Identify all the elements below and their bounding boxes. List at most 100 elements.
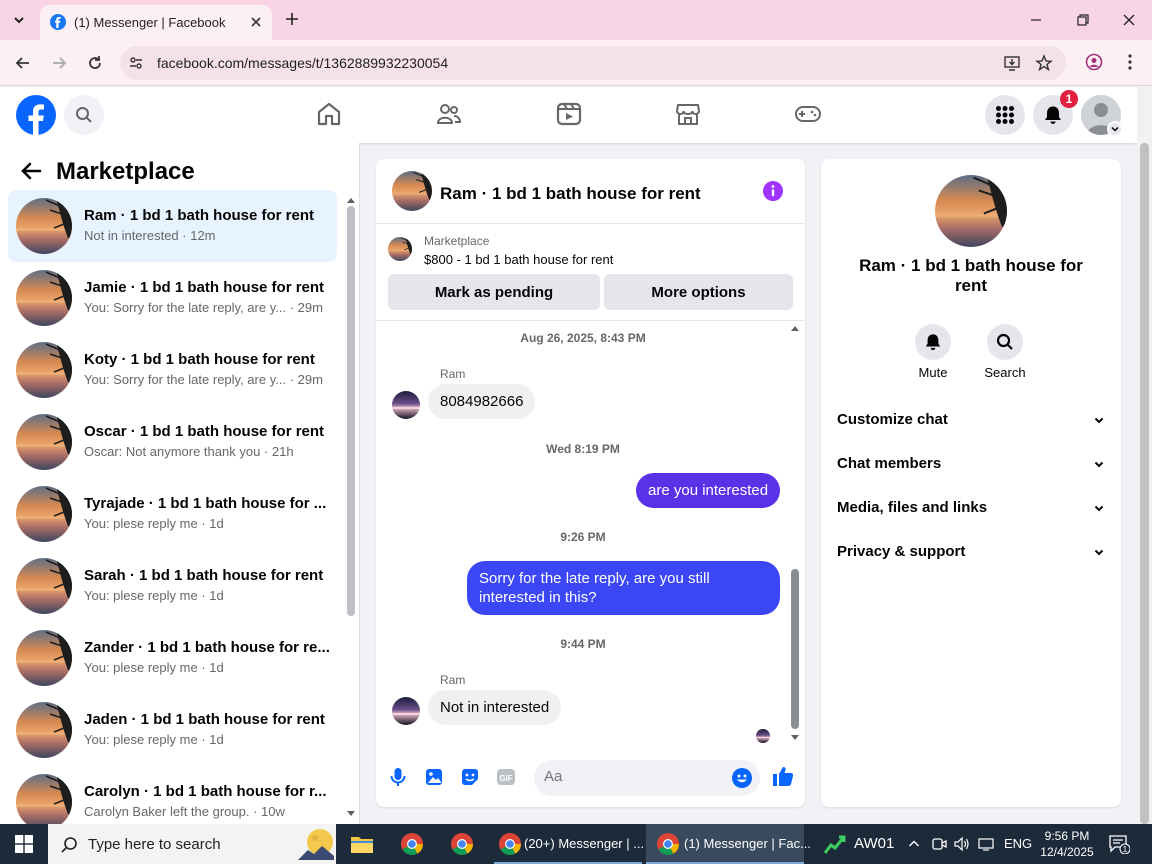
sender-avatar[interactable] [392, 697, 420, 725]
marketplace-icon[interactable] [675, 101, 701, 127]
site-info-icon[interactable] [128, 55, 144, 71]
file-explorer-button[interactable] [340, 824, 384, 864]
language-indicator[interactable]: ENG [1004, 836, 1032, 851]
install-app-icon[interactable] [1003, 54, 1021, 72]
page-scrollbar-thumb[interactable] [1140, 143, 1149, 824]
conversation-preview: You: plese reply me · 1d [84, 516, 224, 531]
more-options-button[interactable]: More options [604, 274, 793, 310]
more-menu-icon[interactable] [1122, 53, 1138, 71]
conversation-item[interactable]: Jamie · 1 bd 1 bath house for rent You: S… [8, 262, 337, 334]
incoming-message[interactable]: 8084982666 [428, 384, 536, 419]
taskbar-clock[interactable]: 9:56 PM 12/4/2025 [1038, 828, 1096, 860]
message-input[interactable] [534, 760, 760, 796]
conversation-name: Jamie · 1 bd 1 bath house for rent [84, 279, 325, 296]
scroll-down-arrow-icon[interactable] [346, 810, 356, 818]
customize-chat-row[interactable]: Customize chat [837, 404, 1105, 436]
url-text[interactable]: facebook.com/messages/t/1362889932230054 [157, 55, 448, 71]
close-window-icon[interactable] [1121, 12, 1137, 28]
search-in-chat-button[interactable]: Search [975, 324, 1035, 380]
conversation-item[interactable]: Sarah · 1 bd 1 bath house for rent You: p… [8, 550, 337, 622]
scroll-up-arrow-icon[interactable] [346, 196, 356, 204]
gif-icon[interactable]: GIF [496, 767, 516, 787]
conversation-item[interactable]: Oscar · 1 bd 1 bath house for rent Oscar:… [8, 406, 337, 478]
listing-title[interactable]: $800 - 1 bd 1 bath house for rent [424, 252, 613, 267]
mute-button[interactable]: Mute [903, 324, 963, 380]
browser-tab[interactable]: (1) Messenger | Facebook [40, 5, 272, 40]
volume-icon[interactable] [954, 836, 970, 852]
restore-icon[interactable] [1075, 12, 1091, 28]
mark-as-pending-button[interactable]: Mark as pending [388, 274, 600, 310]
back-icon[interactable] [13, 53, 33, 73]
bookmark-star-icon[interactable] [1035, 54, 1053, 72]
search-icon [61, 837, 77, 853]
friends-icon[interactable] [436, 101, 462, 127]
chat-members-row[interactable]: Chat members [837, 448, 1105, 480]
search-highlight-moon-icon [298, 829, 334, 860]
minimize-icon[interactable] [1028, 12, 1044, 28]
conversation-item[interactable]: Ram · 1 bd 1 bath house for rent Not in i… [8, 190, 337, 262]
media-files-links-row[interactable]: Media, files and links [837, 492, 1105, 524]
conversation-preview: You: Sorry for the late reply, are y... … [84, 372, 323, 387]
chrome-profile-button[interactable] [390, 824, 434, 864]
conversation-item[interactable]: Carolyn · 1 bd 1 bath house for r... Caro… [8, 766, 337, 824]
chat-title[interactable]: Ram · 1 bd 1 bath house for rent [440, 184, 701, 204]
conversation-item[interactable]: Tyrajade · 1 bd 1 bath house for ... You:… [8, 478, 337, 550]
emoji-icon[interactable] [732, 768, 752, 788]
video-icon[interactable] [556, 101, 582, 127]
close-tab-icon[interactable] [248, 14, 264, 30]
scroll-up-arrow-icon[interactable] [790, 324, 800, 332]
thumbs-up-icon[interactable] [772, 765, 794, 787]
tab-search-button[interactable] [6, 8, 32, 32]
chrome-profile-button[interactable] [440, 824, 484, 864]
microphone-icon[interactable] [389, 767, 407, 787]
conversation-preview: You: Sorry for the late reply, are y... … [84, 300, 323, 315]
gaming-icon[interactable] [795, 101, 821, 127]
taskbar-app-messenger-1[interactable]: (20+) Messenger | ... [494, 824, 644, 864]
taskbar-weather-widget[interactable]: AW01 [820, 824, 900, 864]
conversation-avatar [16, 774, 72, 824]
conversation-item[interactable]: Jaden · 1 bd 1 bath house for rent You: p… [8, 694, 337, 766]
new-tab-icon[interactable] [283, 10, 301, 28]
account-menu-chevron[interactable] [1107, 121, 1123, 137]
scroll-down-arrow-icon[interactable] [790, 734, 800, 742]
conversation-list-scrollbar-thumb[interactable] [347, 206, 355, 616]
start-button[interactable] [0, 824, 48, 864]
reload-icon[interactable] [85, 53, 105, 73]
sender-avatar[interactable] [392, 391, 420, 419]
facebook-search-button[interactable] [64, 95, 104, 135]
sunset-avatar-image [16, 486, 72, 542]
outgoing-message[interactable]: Sorry for the late reply, are you still … [467, 561, 780, 615]
contact-avatar[interactable] [935, 175, 1007, 247]
incoming-message[interactable]: Not in interested [428, 690, 562, 725]
meet-now-icon[interactable] [931, 836, 947, 852]
chat-scrollbar[interactable] [790, 324, 802, 744]
back-arrow-icon[interactable] [20, 161, 42, 181]
network-icon[interactable] [978, 836, 994, 852]
listing-thumbnail[interactable] [388, 237, 412, 261]
privacy-support-row[interactable]: Privacy & support [837, 536, 1105, 568]
message-text-field[interactable] [544, 768, 724, 785]
chat-avatar[interactable] [392, 171, 432, 211]
address-bar[interactable]: facebook.com/messages/t/1362889932230054 [120, 46, 1066, 80]
page-scrollbar[interactable] [1137, 87, 1152, 824]
action-center-button[interactable]: 1 [1108, 834, 1130, 854]
taskbar-app-messenger-2[interactable]: (1) Messenger | Fac... [646, 824, 811, 864]
home-icon[interactable] [316, 101, 342, 127]
forward-icon[interactable] [49, 53, 69, 73]
sunset-avatar-image [16, 558, 72, 614]
conversation-preview: You: plese reply me · 1d [84, 660, 224, 675]
taskbar-search[interactable]: Type here to search [48, 824, 336, 864]
chat-scrollbar-thumb[interactable] [791, 569, 799, 729]
menu-grid-button[interactable] [985, 95, 1025, 135]
facebook-logo-icon[interactable] [16, 95, 56, 135]
conversation-item[interactable]: Zander · 1 bd 1 bath house for re... You:… [8, 622, 337, 694]
sticker-icon[interactable] [460, 767, 480, 787]
conversation-list-scrollbar[interactable] [346, 196, 356, 821]
outgoing-message[interactable]: are you interested [636, 473, 781, 508]
photo-icon[interactable] [425, 767, 443, 787]
info-icon[interactable] [763, 181, 783, 201]
conversation-item[interactable]: Koty · 1 bd 1 bath house for rent You: So… [8, 334, 337, 406]
sunset-avatar-image [16, 630, 72, 686]
profile-icon[interactable] [1085, 53, 1103, 71]
chevron-up-icon[interactable] [908, 838, 920, 850]
